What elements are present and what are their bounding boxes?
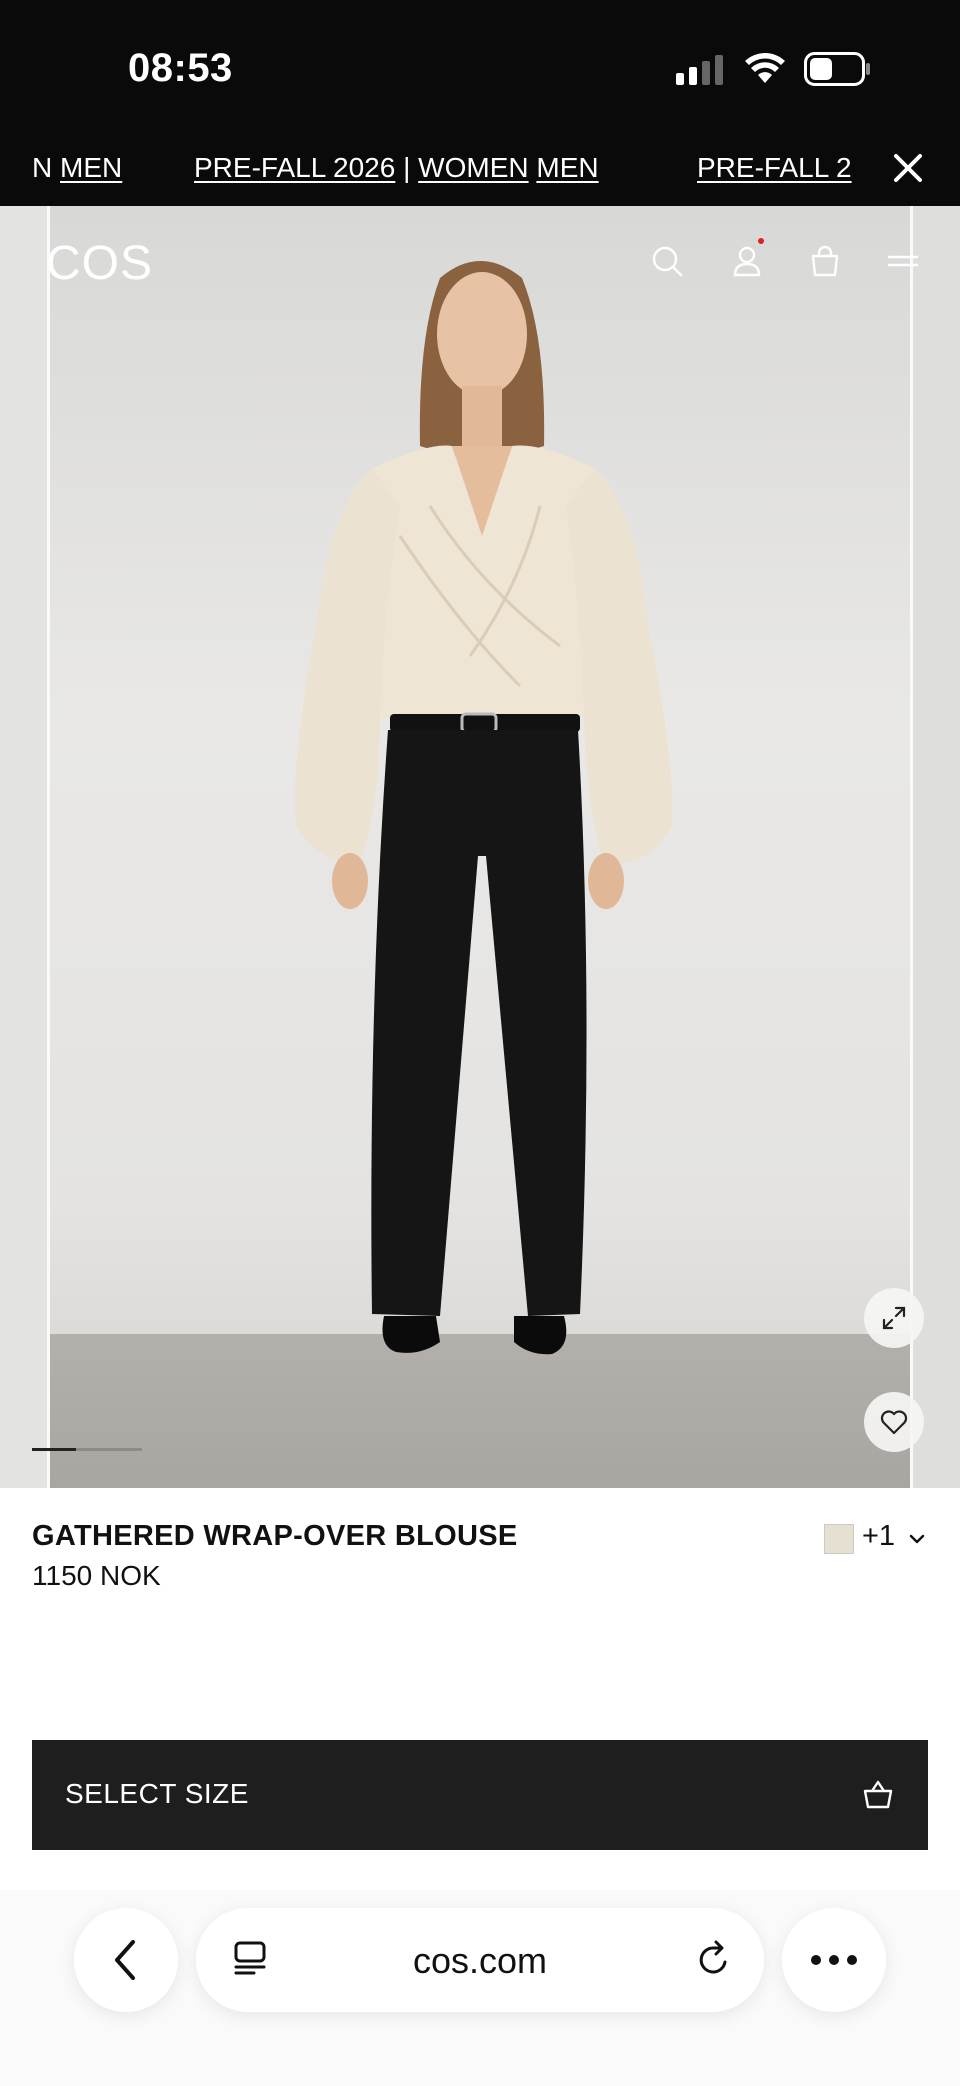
reload-icon[interactable] xyxy=(694,1940,734,1980)
address-bar[interactable]: cos.com xyxy=(196,1908,764,2012)
notification-dot xyxy=(758,238,764,244)
logo[interactable]: COS xyxy=(46,236,153,291)
promo-marquee: N MEN PRE-FALL 2026 | WOMEN MEN PRE-FALL… xyxy=(0,130,900,206)
bag-icon[interactable] xyxy=(808,244,842,278)
promo-item[interactable]: N MEN xyxy=(32,152,122,184)
back-button[interactable] xyxy=(74,1908,178,2012)
color-swatch[interactable] xyxy=(824,1524,854,1554)
expand-icon xyxy=(882,1306,906,1330)
promo-link-men[interactable]: MEN xyxy=(60,152,122,183)
search-icon[interactable] xyxy=(650,244,684,278)
promo-banner: N MEN PRE-FALL 2026 | WOMEN MEN PRE-FALL… xyxy=(0,130,960,206)
back-icon xyxy=(115,1940,135,1980)
color-more-count[interactable]: +1 xyxy=(862,1520,895,1553)
battery-icon xyxy=(804,52,870,86)
promo-text: N xyxy=(32,152,53,183)
status-icons xyxy=(676,52,872,86)
model-figure xyxy=(294,261,673,1355)
status-time: 08:53 xyxy=(128,46,233,90)
close-icon[interactable] xyxy=(888,148,928,188)
more-button[interactable] xyxy=(782,1908,886,2012)
carousel-indicator xyxy=(32,1448,142,1451)
heart-icon xyxy=(880,1410,908,1435)
expand-button[interactable] xyxy=(864,1288,924,1348)
product-price: 1150 NOK xyxy=(32,1560,161,1591)
product-name: GATHERED WRAP-OVER BLOUSE xyxy=(32,1520,518,1552)
promo-link-men[interactable]: MEN xyxy=(536,152,598,183)
product-image[interactable] xyxy=(0,206,960,1488)
wifi-icon xyxy=(745,53,785,83)
account-icon[interactable] xyxy=(730,244,764,278)
promo-item[interactable]: PRE-FALL 2 xyxy=(697,152,852,184)
status-bar: 08:53 xyxy=(0,0,960,130)
chevron-down-icon[interactable] xyxy=(906,1528,928,1550)
select-size-button[interactable]: SELECT SIZE xyxy=(32,1740,928,1850)
menu-icon[interactable] xyxy=(886,244,920,278)
promo-item[interactable]: PRE-FALL 2026 | WOMEN MEN xyxy=(194,152,599,184)
promo-link-prefall[interactable]: PRE-FALL 2026 xyxy=(194,152,395,183)
carousel-indicator-active xyxy=(32,1448,76,1451)
basket-icon xyxy=(863,1780,893,1809)
promo-link-women[interactable]: WOMEN xyxy=(418,152,528,183)
favorite-button[interactable] xyxy=(864,1392,924,1452)
select-size-label: SELECT SIZE xyxy=(65,1778,249,1809)
more-icon xyxy=(811,1955,857,1965)
site-header: COS xyxy=(0,206,960,306)
promo-link-prefall[interactable]: PRE-FALL 2 xyxy=(697,152,852,183)
signal-icon xyxy=(676,55,723,85)
promo-separator: | xyxy=(403,152,411,183)
url-text[interactable]: cos.com xyxy=(196,1940,764,1982)
